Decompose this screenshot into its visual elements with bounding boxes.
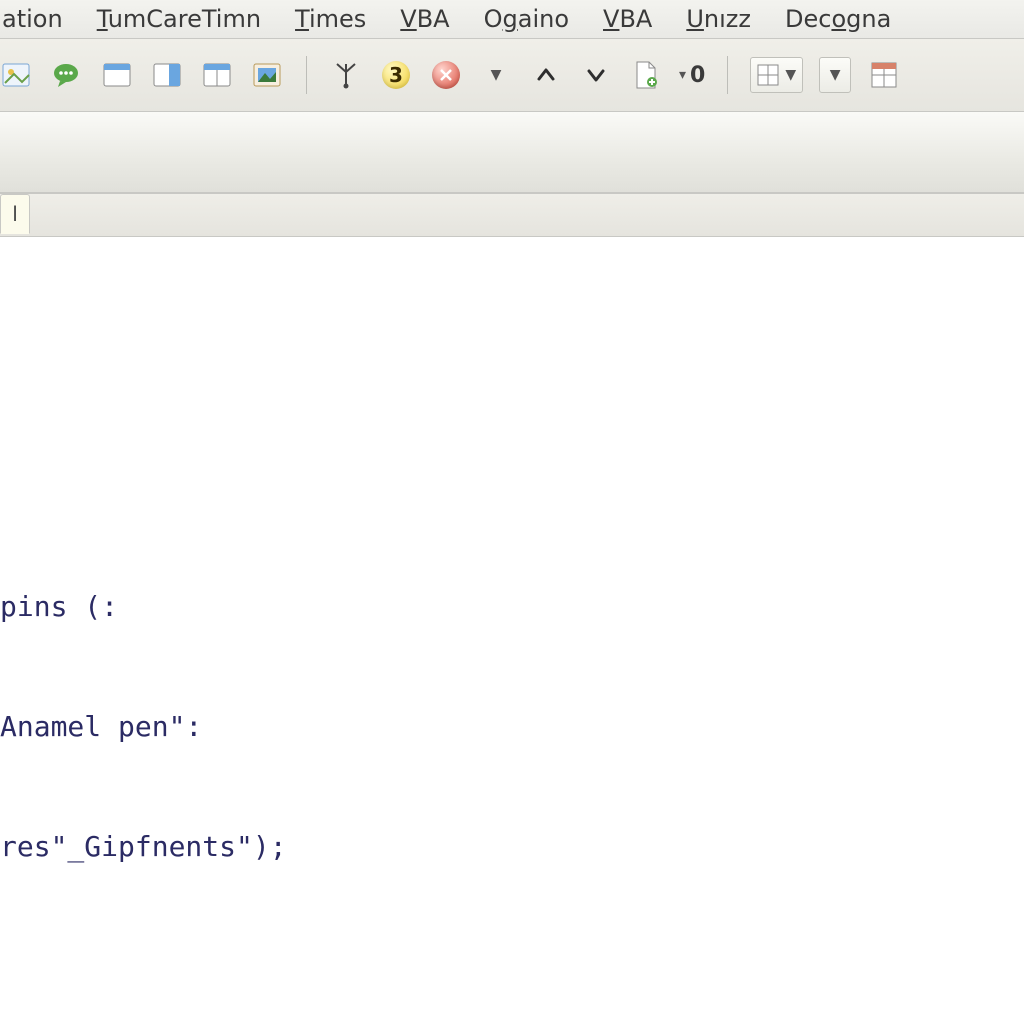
menu-item-decogna[interactable]: Decogna — [783, 1, 893, 37]
split-icon[interactable] — [200, 58, 234, 92]
error-x-icon — [432, 61, 460, 89]
code-line: res"_Gipfnents"); — [0, 827, 1024, 867]
toolbar: 3 ▼ ▾ 0 ▼ ▼ — [0, 39, 1024, 112]
chevron-down-icon: ▼ — [785, 67, 796, 83]
warning-count: 3 — [382, 61, 410, 89]
error-badge-icon[interactable] — [429, 58, 463, 92]
dropdown-small-button[interactable]: ▼ — [479, 58, 513, 92]
grid-icon — [757, 64, 779, 86]
menu-item-post: umCareTimn — [108, 5, 261, 33]
menu-item-pre: Dec — [785, 5, 831, 33]
code-editor[interactable]: pins (: Anamel pen": res"_Gipfnents"); o… — [0, 237, 1024, 1024]
menu-item-pre: O — [484, 5, 503, 33]
tab-label: l — [12, 202, 18, 226]
toolbar-separator — [727, 56, 728, 94]
menu-item-unizz[interactable]: Unızz — [684, 1, 753, 37]
menu-item-ation[interactable]: ation — [0, 1, 65, 37]
menu-item-vba-1[interactable]: VBA — [398, 1, 451, 37]
document-new-icon[interactable] — [629, 58, 663, 92]
editor-tab-active[interactable]: l — [0, 194, 30, 234]
menu-item-vba-2[interactable]: VBA — [601, 1, 654, 37]
dropdown-2[interactable]: ▼ — [819, 57, 851, 93]
grid-dropdown-1[interactable]: ▼ — [750, 57, 803, 93]
spin-value: 0 — [690, 63, 705, 88]
grid-icon[interactable] — [867, 58, 901, 92]
menu-item-mnemonic: V — [400, 5, 416, 33]
arrow-down-button[interactable] — [579, 58, 613, 92]
arrow-up-button[interactable] — [529, 58, 563, 92]
tab-strip: l — [0, 193, 1024, 237]
picture-icon[interactable] — [250, 58, 284, 92]
menu-item-post: imes — [309, 5, 366, 33]
spin-control[interactable]: ▾ 0 — [679, 58, 705, 92]
menu-item-post: ation — [2, 5, 63, 33]
menu-item-ogaino[interactable]: Ogaino — [482, 1, 571, 37]
toolbar-separator — [306, 56, 307, 94]
menu-item-post: nızz — [704, 5, 751, 33]
caret-icon: ▾ — [679, 67, 686, 83]
menu-bar: ation TumCareTimn Times VBA Ogaino VBA U… — [0, 0, 1024, 39]
code-line: Anamel pen": — [0, 707, 1024, 747]
menu-item-post: BA — [619, 5, 652, 33]
fork-icon[interactable] — [329, 58, 363, 92]
window-icon[interactable] — [100, 58, 134, 92]
window-right-icon[interactable] — [150, 58, 184, 92]
chevron-down-icon: ▼ — [830, 67, 841, 83]
menu-item-mnemonic: U — [686, 5, 704, 33]
menu-item-post: aino — [518, 5, 569, 33]
code-block-1: pins (: Anamel pen": res"_Gipfnents"); — [0, 507, 1024, 947]
menu-item-mnemonic: T — [97, 5, 108, 33]
menu-item-mnemonic: o — [831, 5, 846, 33]
menu-item-tumcaretimn[interactable]: TumCareTimn — [95, 1, 263, 37]
menu-item-mnemonic: T — [295, 5, 309, 33]
menu-item-post: gna — [846, 5, 891, 33]
chat-icon[interactable] — [50, 58, 84, 92]
toolbar-spacer — [0, 112, 1024, 193]
menu-item-mnemonic: V — [603, 5, 619, 33]
menu-item-mnemonic: g — [503, 5, 518, 33]
warning-badge-icon[interactable]: 3 — [379, 58, 413, 92]
image-placeholder-icon[interactable] — [0, 58, 34, 92]
menu-item-post: BA — [417, 5, 450, 33]
code-line: pins (: — [0, 587, 1024, 627]
menu-item-times[interactable]: Times — [293, 1, 368, 37]
